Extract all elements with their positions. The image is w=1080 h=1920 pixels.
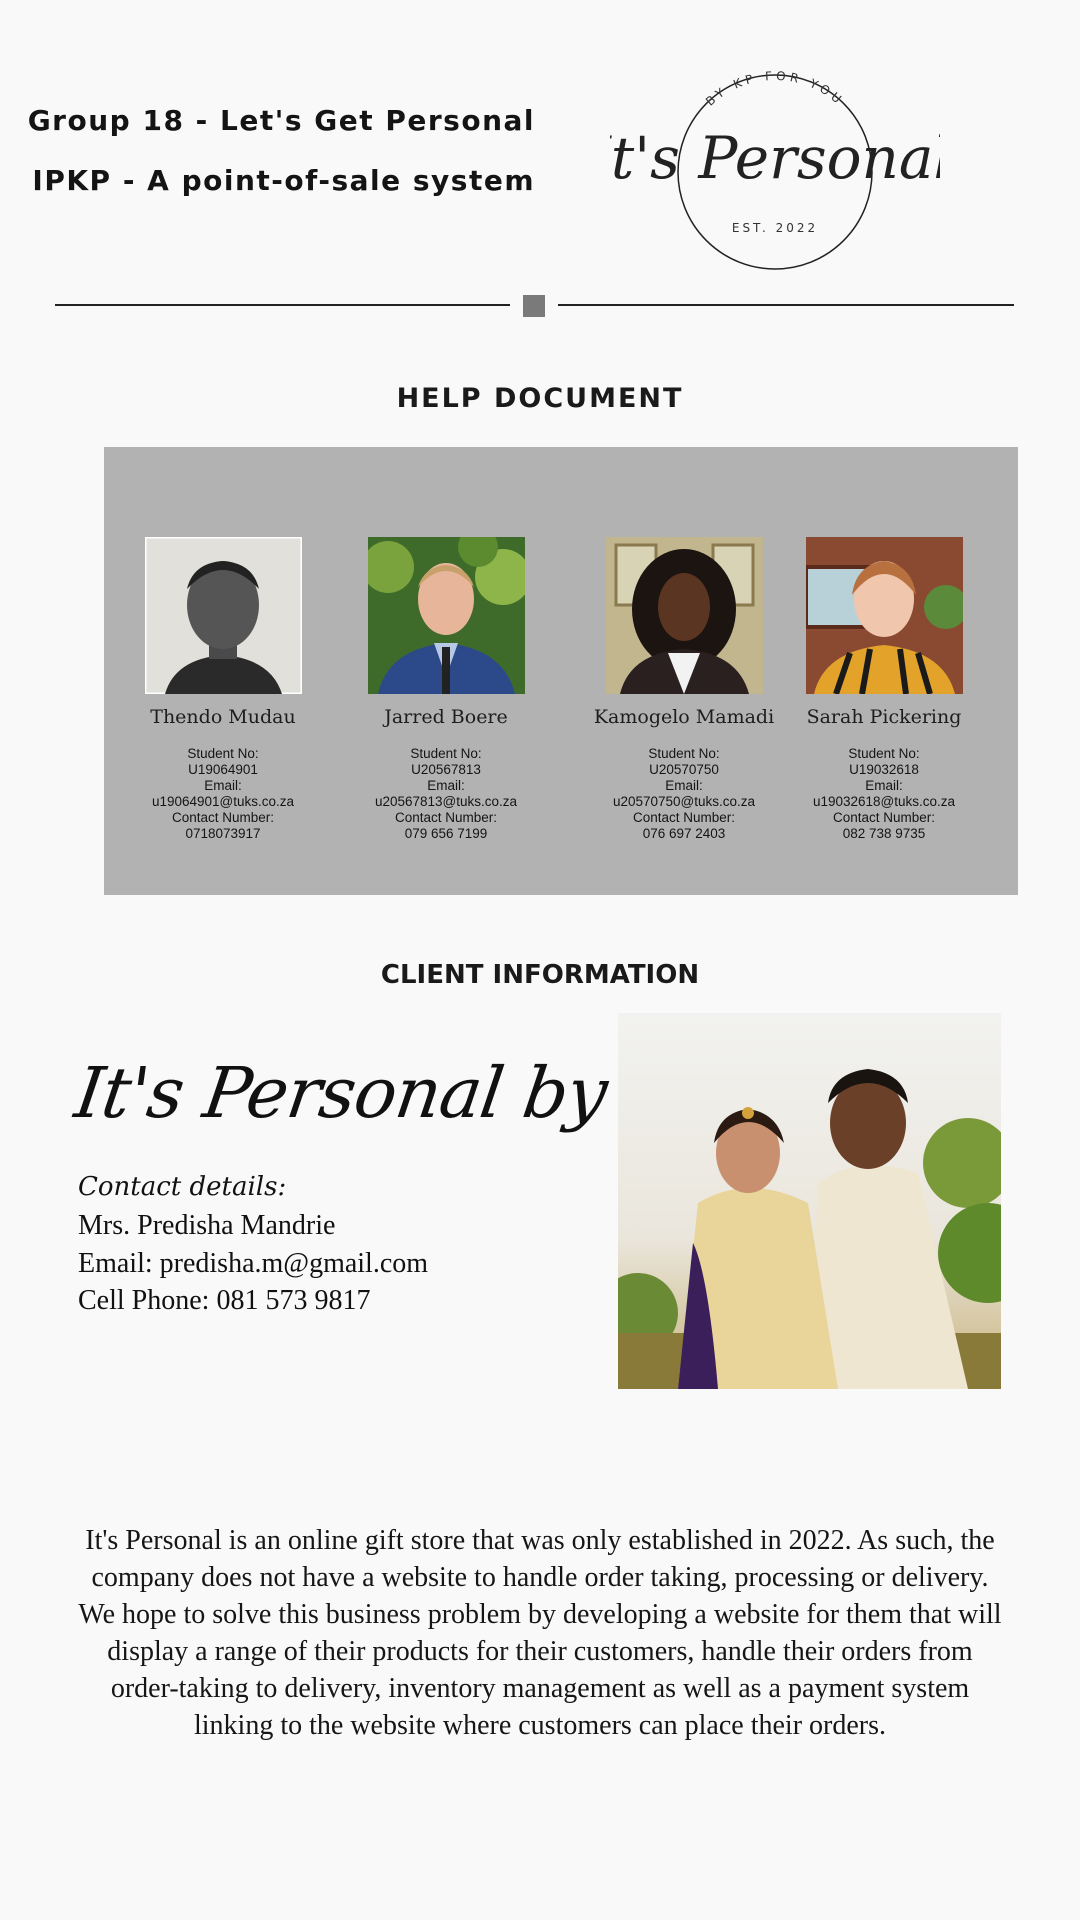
contact-label: Contact Number: [632, 810, 736, 825]
member-name: Kamogelo Mamadi [593, 706, 775, 728]
header-line-2: IPKP - A point-of-sale system [32, 164, 535, 197]
client-name: Mrs. Predisha Mandrie [78, 1210, 336, 1241]
header-line-1: Group 18 - Let's Get Personal [27, 104, 535, 137]
member-email: u20567813@tuks.co.za [374, 794, 518, 809]
student-no-label: Student No: [848, 746, 920, 761]
contact-label: Contact Number: [394, 810, 498, 825]
member-email: u20570750@tuks.co.za [612, 794, 756, 809]
member-contact: 082 738 9735 [842, 826, 926, 841]
email-label: Email: [204, 778, 242, 793]
client-photo [618, 1013, 1001, 1389]
team-panel: Thendo Mudau Student No: U19064901 Email… [104, 447, 1018, 895]
member-name: Thendo Mudau [150, 706, 296, 728]
student-no: U20567813 [411, 762, 481, 777]
student-no-label: Student No: [410, 746, 482, 761]
contact-label: Contact Number: [832, 810, 936, 825]
divider-square [523, 295, 545, 317]
member-photo [605, 537, 763, 694]
member-name: Sarah Pickering [806, 706, 962, 728]
project-description: It's Personal is an online gift store th… [78, 1525, 1002, 1741]
email-label: Email: [665, 778, 703, 793]
contact-details-label: Contact details: [78, 1172, 287, 1202]
member-photo [144, 537, 302, 694]
member-info: Student No: U19032618 Email: u19032618@t… [769, 746, 999, 842]
team-member-card: Thendo Mudau Student No: U19064901 Email… [108, 537, 338, 842]
member-info: Student No: U20567813 Email: u20567813@t… [331, 746, 561, 842]
member-info: Student No: U19064901 Email: u19064901@t… [108, 746, 338, 842]
student-no-label: Student No: [187, 746, 259, 761]
team-member-card: Sarah Pickering Student No: U19032618 Em… [769, 537, 999, 842]
member-contact: 079 656 7199 [404, 826, 488, 841]
member-photo [367, 537, 525, 694]
client-phone: Cell Phone: 081 573 9817 [78, 1285, 371, 1316]
member-name: Jarred Boere [384, 706, 508, 728]
student-no: U19032618 [849, 762, 919, 777]
member-contact: 0718073917 [185, 826, 261, 841]
svg-text:BY KP FOR YOU: BY KP FOR YOU [703, 70, 847, 109]
member-email: u19064901@tuks.co.za [151, 794, 295, 809]
student-no: U20570750 [649, 762, 719, 777]
email-label: Email: [427, 778, 465, 793]
member-info: Student No: U20570750 Email: u20570750@t… [569, 746, 799, 842]
help-document-title: HELP DOCUMENT [396, 383, 684, 414]
team-member-card: Kamogelo Mamadi Student No: U20570750 Em… [569, 537, 799, 842]
contact-label: Contact Number: [171, 810, 275, 825]
divider-left [55, 304, 510, 306]
divider-right [558, 304, 1014, 306]
email-label: Email: [865, 778, 903, 793]
client-information-title: CLIENT INFORMATION [380, 960, 700, 990]
student-no-label: Student No: [648, 746, 720, 761]
logo-script-text: It's Personal [610, 124, 940, 192]
member-photo [805, 537, 963, 694]
client-email: Email: predisha.m@gmail.com [78, 1248, 429, 1279]
its-personal-logo: BY KP FOR YOU It's Personal EST. 2022 [587, 69, 952, 275]
member-contact: 076 697 2403 [642, 826, 726, 841]
logo-est-text: EST. 2022 [732, 221, 818, 235]
logo-arc-text: BY KP FOR YOU [703, 69, 843, 109]
member-email: u19032618@tuks.co.za [812, 794, 956, 809]
team-member-card: Jarred Boere Student No: U20567813 Email… [331, 537, 561, 842]
student-no: U19064901 [188, 762, 258, 777]
